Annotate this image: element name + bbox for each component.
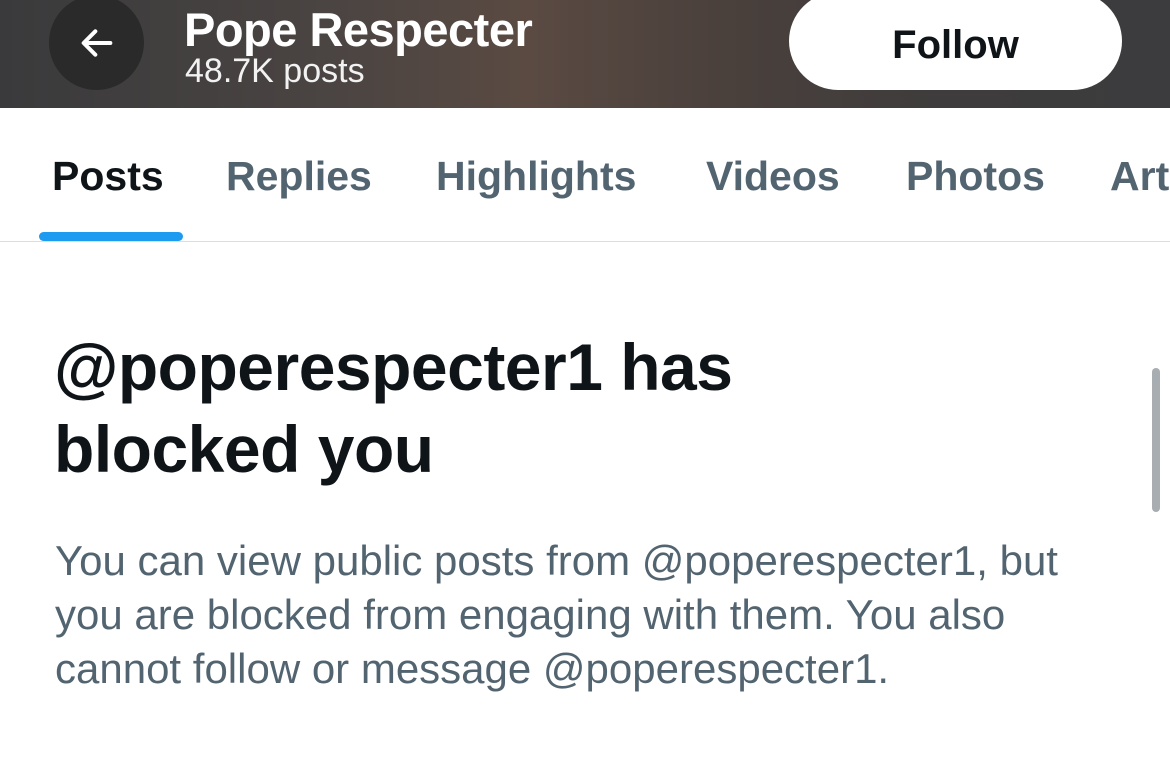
profile-name: Pope Respecter [184,3,533,56]
tab-videos[interactable]: Videos [706,153,840,200]
profile-tabs: Posts Replies Highlights Videos Photos A… [0,108,1170,242]
follow-button[interactable]: Follow [789,0,1122,90]
blocked-title: @poperespecter1 has blocked you [54,330,733,486]
tab-photos[interactable]: Photos [906,153,1045,200]
arrow-left-icon [81,28,112,57]
post-count: 48.7K posts [185,52,365,90]
tab-replies[interactable]: Replies [226,153,372,200]
active-tab-indicator [39,232,183,241]
tab-articles[interactable]: Art [1110,153,1169,200]
back-button[interactable] [49,0,144,90]
tab-posts[interactable]: Posts [52,153,164,200]
tab-highlights[interactable]: Highlights [436,153,636,200]
blocked-description: You can view public posts from @poperesp… [55,537,1058,692]
profile-header: Pope Respecter 48.7K posts Follow [0,0,1170,108]
scrollbar[interactable] [1152,368,1160,512]
